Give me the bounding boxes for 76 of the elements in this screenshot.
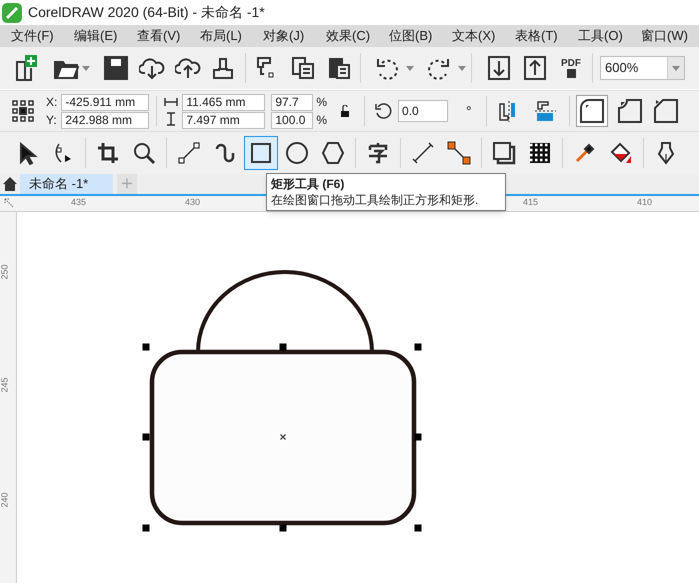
menu-item[interactable]: 布局(L) [200,26,244,46]
eyedropper-icon [573,141,597,165]
paint-bucket-icon [609,141,633,165]
dimension-tool-icon [411,141,435,165]
menu-item[interactable]: 查看(V) [137,26,181,46]
ruler-origin-icon [4,198,14,208]
scale-y-field[interactable]: 100.0 [271,112,314,128]
crop-icon [96,141,120,165]
width-field[interactable]: 11.465 mm [182,94,266,110]
chamfered-corner-icon [652,98,679,124]
clipboard-icon [327,56,351,80]
menu-item[interactable]: 位图(B) [389,26,433,46]
ellipse-icon [285,141,309,165]
home-icon [2,176,18,192]
x-label: X: [46,94,58,110]
y-position-field[interactable]: 242.988 mm [61,112,150,128]
ruler-label: 245 [0,377,10,393]
ruler-label: 240 [0,492,10,508]
text-tool-icon [366,141,390,165]
object-origin-icon [12,100,34,122]
percent-sign: % [316,94,328,110]
drop-shadow-icon [492,141,516,165]
rotation-field[interactable]: 0.0 [398,100,448,122]
ruler-label: 435 [71,196,86,209]
menu-item[interactable]: 文本(X) [452,26,496,46]
tray-icon [212,56,236,80]
menu-item[interactable]: 对象(J) [263,26,307,46]
caret-icon[interactable] [672,66,680,70]
ruler-label: 410 [637,196,652,209]
round-corner-button[interactable] [576,95,608,127]
height-field[interactable]: 7.497 mm [182,112,266,128]
line-tool-icon [177,141,201,165]
tooltip-title: 矩形工具 (F6) [271,176,346,192]
scalloped-corner-icon [616,98,643,124]
caret-icon[interactable] [458,66,466,70]
mirror-vertical-icon [534,100,556,122]
menu-item[interactable]: 表格(T) [515,26,559,46]
menu-item[interactable]: 编辑(E) [74,26,118,46]
unlocked-padlock-icon [340,105,350,117]
new-document-icon [13,54,39,82]
ruler-label: 415 [523,196,538,209]
y-label: Y: [46,112,58,128]
checkerboard-icon [528,141,552,165]
width-icon [164,96,178,106]
magnifier-icon [132,141,156,165]
rotate-icon [374,102,392,120]
menu-item[interactable]: 效果(C) [326,26,370,46]
cloud-download-icon [139,56,165,80]
degree-sign: ° [466,102,472,120]
menu-item[interactable]: 窗口(W) [641,26,685,46]
scale-x-field[interactable]: 97.7 [271,94,314,110]
rectangle-icon [249,141,273,165]
menu-item[interactable]: 工具(O) [578,26,622,46]
window-title: CorelDRAW 2020 (64-Bit) - 未命名 -1* [28,3,265,22]
percent-sign: % [316,112,328,128]
ruler-label: 430 [185,196,200,209]
toolbox-button[interactable] [244,136,278,170]
import-icon [487,55,511,81]
hexagon-icon [321,141,345,165]
cloud-upload-icon [175,56,201,80]
export-icon [523,55,547,81]
export-pdf-button[interactable]: PDF [553,51,589,85]
connector-tool-icon [447,141,471,165]
caret-icon[interactable] [406,66,414,70]
caret-icon[interactable] [82,66,90,70]
app-logo-icon [2,2,22,22]
round-corner-icon [578,98,605,124]
height-icon [166,112,176,126]
x-position-field[interactable]: -425.911 mm [61,94,150,110]
documents-icon [291,56,315,80]
tooltip-description: 在绘图窗口拖动工具绘制正方形和矩形. [271,192,480,208]
zoom-level-field[interactable]: 600% [600,56,685,80]
ruler-label: 250 [0,264,10,280]
curve-tool-icon [213,141,237,165]
document-tab[interactable]: 未命名 -1* [20,174,113,194]
menu-item[interactable]: 文件(F) [11,26,55,46]
